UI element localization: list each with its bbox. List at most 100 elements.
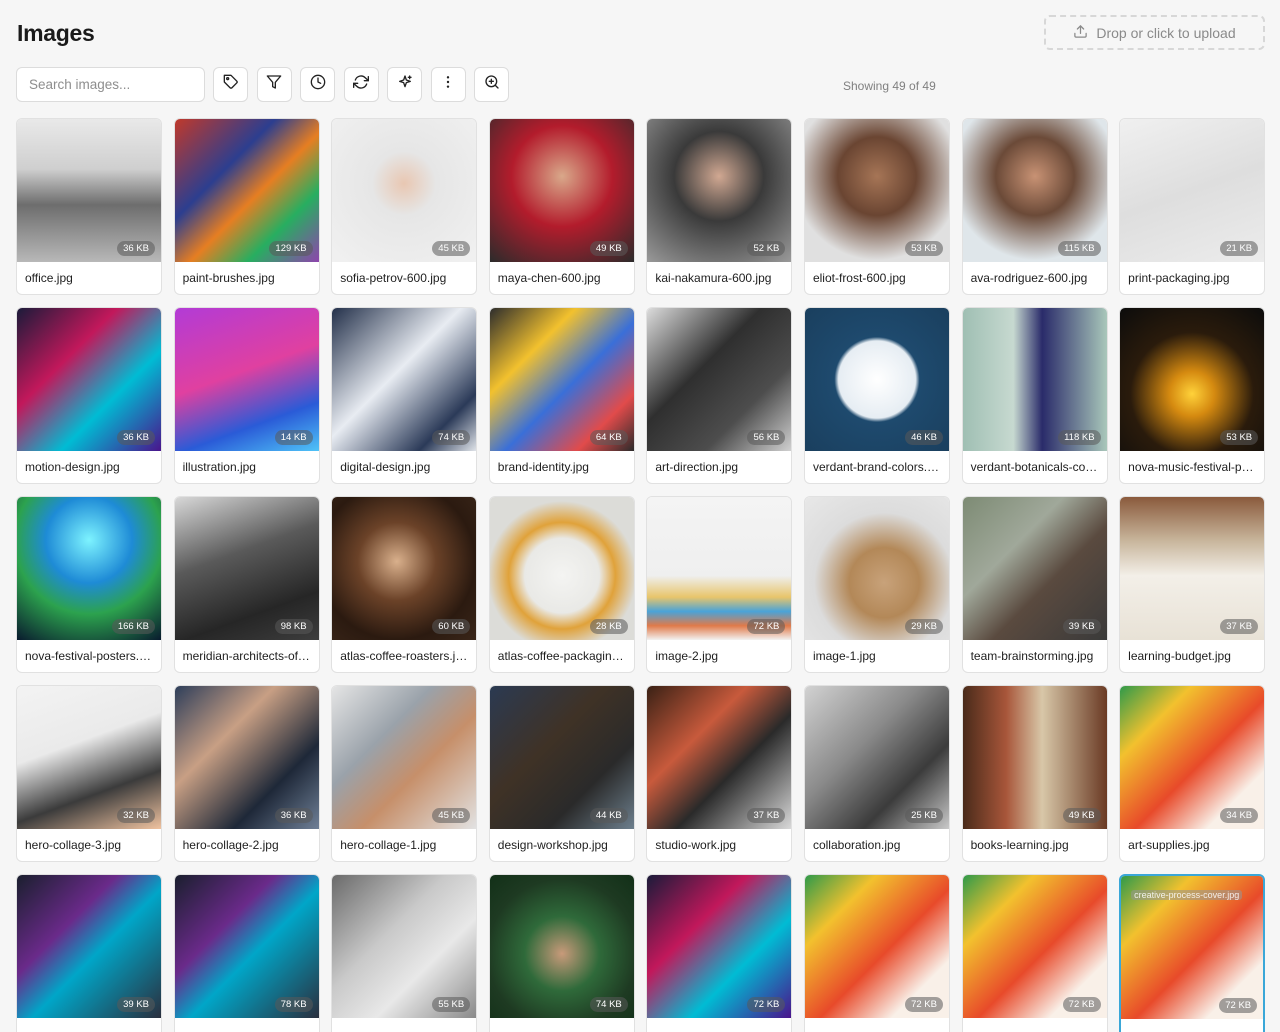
image-card[interactable]: 45 KB hero-collage-1.jpg: [331, 685, 478, 862]
image-thumbnail: 36 KB: [17, 308, 161, 451]
image-card[interactable]: 32 KB hero-collage-3.jpg: [16, 685, 162, 862]
image-thumbnail: 72 KB: [804, 875, 949, 1018]
image-card[interactable]: 37 KB studio-work.jpg: [646, 685, 793, 862]
file-size-badge: 55 KB: [432, 997, 471, 1012]
image-filename: kai-nakamura-600.jpg: [655, 271, 772, 285]
image-filename: books-learning.jpg: [970, 838, 1069, 852]
image-card[interactable]: 46 KB verdant-brand-colors.jpg: [803, 307, 950, 484]
more-options-button[interactable]: [430, 67, 466, 102]
upload-dropzone[interactable]: Drop or click to upload: [1044, 15, 1265, 50]
image-card[interactable]: 55 KB: [331, 874, 478, 1032]
image-card[interactable]: 60 KB atlas-coffee-roasters.jpg: [331, 496, 478, 673]
file-size-badge: 28 KB: [589, 619, 628, 634]
image-filename: verdant-brand-colors.jpg: [812, 460, 944, 474]
image-card[interactable]: 49 KB books-learning.jpg: [961, 685, 1108, 862]
image-thumbnail: 78 KB: [174, 875, 319, 1018]
file-size-badge: 56 KB: [747, 430, 786, 445]
image-card[interactable]: 29 KB image-1.jpg: [803, 496, 950, 673]
file-size-badge: 72 KB: [905, 997, 943, 1012]
image-card[interactable]: 34 KB art-supplies.jpg: [1119, 685, 1266, 862]
file-size-badge: 21 KB: [1220, 241, 1259, 256]
file-size-badge: 25 KB: [905, 808, 943, 823]
image-thumbnail: 45 KB: [332, 686, 477, 829]
image-card[interactable]: creative-process-cover.jpg 72 KB: [1119, 874, 1266, 1032]
image-thumbnail: 28 KB: [489, 497, 634, 640]
image-card[interactable]: 25 KB collaboration.jpg: [803, 685, 950, 862]
image-card[interactable]: 21 KB print-packaging.jpg: [1119, 118, 1266, 295]
file-size-badge: 37 KB: [1220, 619, 1259, 634]
image-thumbnail: 44 KB: [489, 686, 634, 829]
image-card[interactable]: 118 KB verdant-botanicals-collection.jpg: [961, 307, 1108, 484]
image-card[interactable]: 72 KB: [803, 874, 950, 1032]
image-thumbnail: 74 KB: [332, 308, 477, 451]
image-card[interactable]: 28 KB atlas-coffee-packaging.jpg: [488, 496, 635, 673]
image-thumbnail: 98 KB: [174, 497, 319, 640]
image-card[interactable]: 36 KB motion-design.jpg: [16, 307, 162, 484]
image-alt-text: creative-process-cover.jpg: [1131, 888, 1253, 902]
image-card[interactable]: 72 KB: [646, 874, 793, 1032]
image-grid: 36 KB office.jpg 129 KB paint-brushes.jpg 45…: [16, 118, 1266, 1032]
image-thumbnail: 72 KB: [647, 875, 792, 1018]
image-filename: paint-brushes.jpg: [182, 271, 275, 285]
file-size-badge: 14 KB: [274, 430, 313, 445]
image-thumbnail: 53 KB: [804, 119, 949, 262]
image-thumbnail: 129 KB: [174, 119, 319, 262]
image-thumbnail: 56 KB: [647, 308, 792, 451]
upload-label: Drop or click to upload: [1096, 24, 1236, 41]
image-thumbnail: 72 KB: [647, 497, 792, 640]
image-card[interactable]: 52 KB kai-nakamura-600.jpg: [646, 118, 793, 295]
image-card[interactable]: 115 KB ava-rodriguez-600.jpg: [961, 118, 1108, 295]
image-card[interactable]: 74 KB: [488, 874, 635, 1032]
ai-sparkle-button[interactable]: [387, 67, 422, 102]
image-thumbnail: 166 KB: [17, 497, 161, 640]
file-size-badge: 72 KB: [1062, 997, 1101, 1012]
image-filename: collaboration.jpg: [812, 838, 901, 852]
image-card[interactable]: 74 KB digital-design.jpg: [331, 307, 478, 484]
more-vertical-icon: [440, 74, 456, 95]
filter-icon: [266, 74, 282, 95]
image-card[interactable]: 14 KB illustration.jpg: [173, 307, 320, 484]
image-card[interactable]: 53 KB eliot-frost-600.jpg: [803, 118, 950, 295]
image-card[interactable]: 49 KB maya-chen-600.jpg: [488, 118, 635, 295]
image-thumbnail: 45 KB: [332, 119, 477, 262]
image-card[interactable]: 56 KB art-direction.jpg: [646, 307, 793, 484]
image-card[interactable]: 166 KB nova-festival-posters.jpg: [16, 496, 162, 673]
image-filename: hero-collage-2.jpg: [182, 838, 279, 852]
image-filename: art-direction.jpg: [655, 460, 739, 474]
image-card[interactable]: 98 KB meridian-architects-office.jpg: [173, 496, 320, 673]
image-filename: hero-collage-3.jpg: [25, 838, 122, 852]
file-size-badge: 34 KB: [1220, 808, 1259, 823]
image-card[interactable]: 39 KB team-brainstorming.jpg: [961, 496, 1108, 673]
tag-icon: [223, 74, 239, 95]
image-thumbnail: 37 KB: [647, 686, 792, 829]
refresh-button[interactable]: [343, 67, 379, 102]
image-card[interactable]: 44 KB design-workshop.jpg: [488, 685, 635, 862]
image-filename: team-brainstorming.jpg: [970, 649, 1094, 663]
recent-button[interactable]: [300, 67, 335, 102]
file-size-badge: 74 KB: [432, 430, 471, 445]
image-card[interactable]: 78 KB: [173, 874, 320, 1032]
image-card[interactable]: 72 KB: [961, 874, 1108, 1032]
image-card[interactable]: 72 KB image-2.jpg: [646, 496, 793, 673]
search-input[interactable]: [16, 67, 205, 102]
image-card[interactable]: 129 KB paint-brushes.jpg: [173, 118, 320, 295]
image-card[interactable]: 36 KB office.jpg: [16, 118, 162, 295]
tag-filter-button[interactable]: [213, 67, 248, 102]
image-thumbnail: 14 KB: [174, 308, 319, 451]
file-size-badge: 36 KB: [274, 808, 313, 823]
image-thumbnail: 36 KB: [174, 686, 319, 829]
image-card[interactable]: 36 KB hero-collage-2.jpg: [173, 685, 320, 862]
zoom-button[interactable]: [474, 67, 509, 102]
image-filename: ava-rodriguez-600.jpg: [970, 271, 1088, 285]
image-thumbnail: 37 KB: [1120, 497, 1265, 640]
image-filename: atlas-coffee-roasters.jpg: [340, 649, 469, 663]
image-card[interactable]: 64 KB brand-identity.jpg: [488, 307, 635, 484]
image-card[interactable]: 45 KB sofia-petrov-600.jpg: [331, 118, 478, 295]
image-card[interactable]: 37 KB learning-budget.jpg: [1119, 496, 1266, 673]
filter-button[interactable]: [256, 67, 292, 102]
image-filename: sofia-petrov-600.jpg: [340, 271, 447, 285]
image-card[interactable]: 39 KB: [16, 874, 162, 1032]
image-thumbnail: 21 KB: [1120, 119, 1265, 262]
image-card[interactable]: 53 KB nova-music-festival-poster.jpg: [1119, 307, 1266, 484]
image-filename: print-packaging.jpg: [1128, 271, 1230, 285]
